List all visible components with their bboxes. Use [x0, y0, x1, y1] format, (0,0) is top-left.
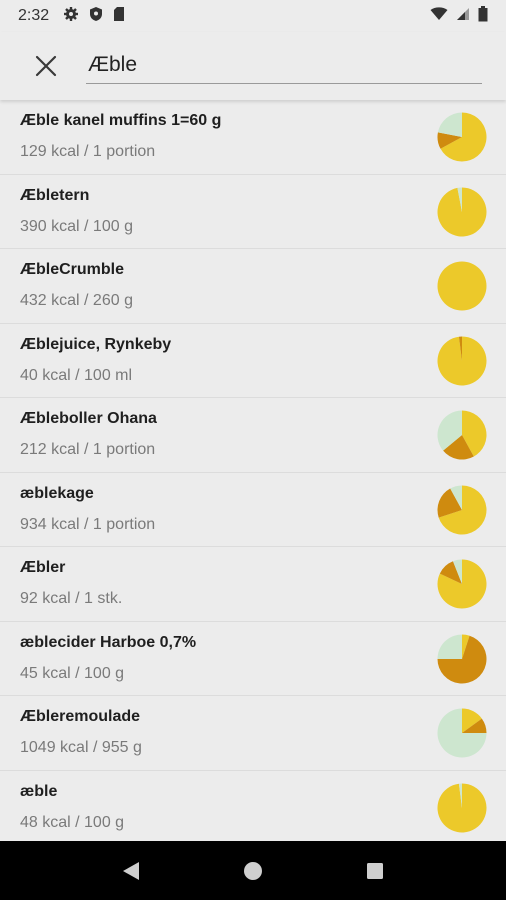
search-bar	[0, 32, 506, 100]
macro-pie-chart	[437, 410, 487, 460]
status-right-icons	[430, 5, 488, 27]
shield-icon	[89, 6, 103, 27]
item-name: ÆbleCrumble	[20, 261, 125, 278]
macro-pie-chart	[437, 634, 487, 683]
signal-icon	[456, 7, 470, 26]
list-item[interactable]: æble 48 kcal / 100 g	[0, 770, 506, 841]
home-icon	[244, 861, 262, 880]
wifi-icon	[430, 6, 448, 26]
close-icon	[35, 55, 57, 77]
list-item[interactable]: Æbleboller Ohana 212 kcal / 1 portion	[0, 398, 506, 473]
item-calories: 1049 kcal / 955 g	[20, 739, 142, 756]
recents-icon	[367, 862, 383, 879]
item-calories: 92 kcal / 1 stk.	[20, 590, 123, 607]
food-list[interactable]: Æble kanel muffins 1=60 g 129 kcal / 1 po…	[0, 100, 506, 841]
item-calories: 48 kcal / 100 g	[20, 813, 125, 831]
list-item[interactable]: Æbleremoulade 1049 kcal / 955 g	[0, 696, 506, 771]
list-item[interactable]: æblecider Harboe 0,7% 45 kcal / 100 g	[0, 621, 506, 696]
item-calories: 390 kcal / 100 g	[20, 217, 133, 235]
item-name: Æble kanel muffins 1=60 g	[20, 112, 222, 129]
search-input[interactable]	[86, 46, 482, 84]
list-item[interactable]: æblekage 934 kcal / 1 portion	[0, 472, 506, 547]
list-item[interactable]: Æbler 92 kcal / 1 stk.	[0, 547, 506, 622]
macro-pie-chart	[437, 708, 487, 758]
macro-pie-chart	[437, 187, 487, 236]
macro-pie-chart	[437, 485, 487, 534]
home-button[interactable]	[233, 851, 273, 891]
item-name: Æbler	[20, 559, 66, 576]
list-item[interactable]: ÆbleCrumble 432 kcal / 260 g	[0, 249, 506, 324]
item-name: Æblejuice, Rynkeby	[20, 335, 172, 353]
item-name: Æbleboller Ohana	[20, 410, 157, 427]
macro-pie-chart	[437, 261, 487, 311]
status-time: 2:32	[18, 7, 50, 24]
list-item[interactable]: Æbletern 390 kcal / 100 g	[0, 174, 506, 249]
item-calories: 40 kcal / 100 ml	[20, 366, 133, 384]
recents-button[interactable]	[355, 851, 395, 891]
close-button[interactable]	[28, 48, 64, 84]
status-bar: 2:32	[0, 0, 506, 32]
macro-pie-chart	[437, 783, 487, 832]
macro-pie-chart	[437, 112, 487, 162]
navigation-bar	[0, 841, 506, 900]
pie-slice-carbs	[437, 261, 487, 311]
item-calories: 212 kcal / 1 portion	[20, 441, 156, 458]
item-name: æble	[20, 782, 58, 800]
status-left-icons	[63, 6, 125, 27]
sd-card-icon	[113, 6, 125, 27]
item-name: Æbleremoulade	[20, 708, 141, 725]
item-calories: 934 kcal / 1 portion	[20, 515, 156, 533]
back-button[interactable]	[111, 851, 151, 891]
item-name: æblekage	[20, 484, 94, 502]
macro-pie-chart	[437, 336, 487, 385]
list-item[interactable]: Æble kanel muffins 1=60 g 129 kcal / 1 po…	[0, 100, 506, 175]
back-icon	[123, 861, 139, 880]
item-calories: 129 kcal / 1 portion	[20, 143, 156, 160]
item-calories: 45 kcal / 100 g	[20, 664, 125, 682]
item-name: æblecider Harboe 0,7%	[20, 633, 197, 651]
pie-slice-protein	[437, 634, 462, 659]
settings-icon	[63, 6, 79, 27]
macro-pie-chart	[437, 559, 487, 609]
battery-icon	[478, 5, 488, 27]
list-item[interactable]: Æblejuice, Rynkeby 40 kcal / 100 ml	[0, 323, 506, 398]
item-name: Æbletern	[20, 186, 90, 204]
item-calories: 432 kcal / 260 g	[20, 292, 133, 309]
